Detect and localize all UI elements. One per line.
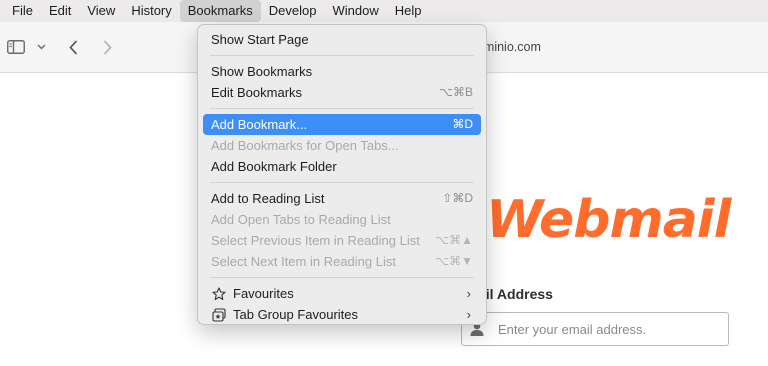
menu-item-shortcut: ⇧⌘D [442,191,473,205]
menu-item-label: Edit Bookmarks [211,85,303,100]
sidebar-icon[interactable] [6,37,26,57]
menu-separator [210,108,474,109]
menu-item-select-next-reading-list: Select Next Item in Reading List ⌥⌘▼ [203,251,481,272]
menu-item-label: Favourites [233,286,294,301]
menu-item-label: Select Previous Item in Reading List [211,233,420,248]
menu-item-label: Add Bookmark... [211,117,308,132]
menu-item-label: Select Next Item in Reading List [211,254,396,269]
address-bar[interactable]: dominio.com [456,35,756,59]
menu-item-edit-bookmarks[interactable]: Edit Bookmarks ⌥⌘B [203,82,481,103]
menu-item-label: Add Bookmarks for Open Tabs... [211,138,399,153]
bookmarks-menu: Show Start Page Show Bookmarks Edit Book… [197,24,487,325]
back-icon[interactable] [66,37,80,57]
menu-item-shortcut: ⌥⌘▼ [435,254,473,268]
menu-item-show-bookmarks[interactable]: Show Bookmarks [203,61,481,82]
menu-separator [210,277,474,278]
menu-item-add-to-reading-list[interactable]: Add to Reading List ⇧⌘D [203,188,481,209]
menu-bookmarks[interactable]: Bookmarks [179,0,261,22]
tab-group-icon [211,307,227,323]
menu-item-favourites[interactable]: Favourites › [203,283,481,304]
menu-view[interactable]: View [79,0,123,22]
chevron-down-icon[interactable] [35,37,47,57]
menu-edit[interactable]: Edit [41,0,79,22]
menu-item-label: Show Start Page [211,32,309,47]
menu-item-label: Tab Group Favourites [233,307,359,322]
menu-item-add-bookmark-folder[interactable]: Add Bookmark Folder [203,156,481,177]
menu-item-label: Show Bookmarks [211,64,313,79]
menu-item-label: Add Open Tabs to Reading List [211,212,391,227]
menu-separator [210,182,474,183]
menu-file[interactable]: File [0,0,41,22]
chevron-right-icon: › [466,286,471,301]
menu-develop[interactable]: Develop [261,0,325,22]
menu-item-shortcut: ⌥⌘B [439,85,473,99]
menu-help[interactable]: Help [387,0,430,22]
menu-item-label: Add to Reading List [211,191,325,206]
menu-item-label: Add Bookmark Folder [211,159,337,174]
menu-item-select-previous-reading-list: Select Previous Item in Reading List ⌥⌘▲ [203,230,481,251]
menu-item-shortcut: ⌥⌘▲ [435,233,473,247]
menu-item-add-open-tabs-to-reading-list: Add Open Tabs to Reading List [203,209,481,230]
menu-item-tab-group-favourites[interactable]: Tab Group Favourites › [203,304,481,325]
email-address-label: ail Address [478,286,553,302]
email-input[interactable] [498,313,722,345]
chevron-right-icon: › [466,307,471,322]
menu-item-show-start-page[interactable]: Show Start Page [203,29,481,50]
menu-window[interactable]: Window [325,0,387,22]
forward-icon[interactable] [100,37,114,57]
menu-item-shortcut: ⌘D [452,117,473,131]
star-icon [211,286,227,302]
menu-bar: File Edit View History Bookmarks Develop… [0,0,768,22]
menu-item-add-bookmark[interactable]: Add Bookmark... ⌘D [203,114,481,135]
menu-item-add-bookmarks-for-open-tabs: Add Bookmarks for Open Tabs... [203,135,481,156]
menu-separator [210,55,474,56]
webmail-logo: Webmail [486,190,731,250]
menu-history[interactable]: History [123,0,179,22]
email-field[interactable] [461,312,729,346]
